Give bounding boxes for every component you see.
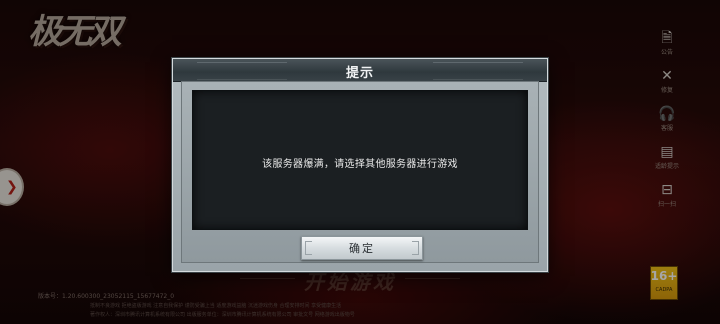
confirm-button-label: 确定 [349, 242, 375, 255]
server-full-dialog: 提示 该服务器爆满，请选择其他服务器进行游戏 确定 [172, 58, 548, 272]
game-login-screen: 极无双 ❯ 🗎 公告 ✕ 修复 🎧 客服 ▤ 适龄提示 ⊟ 扫一扫 开始游戏 1… [0, 0, 720, 324]
dialog-title: 提示 [345, 66, 374, 81]
dialog-header: 提示 [173, 59, 547, 82]
dialog-message: 该服务器爆满，请选择其他服务器进行游戏 [262, 159, 458, 170]
dialog-body: 该服务器爆满，请选择其他服务器进行游戏 [192, 90, 528, 230]
confirm-button[interactable]: 确定 [301, 236, 423, 260]
dialog-frame: 该服务器爆满，请选择其他服务器进行游戏 确定 [181, 81, 539, 263]
